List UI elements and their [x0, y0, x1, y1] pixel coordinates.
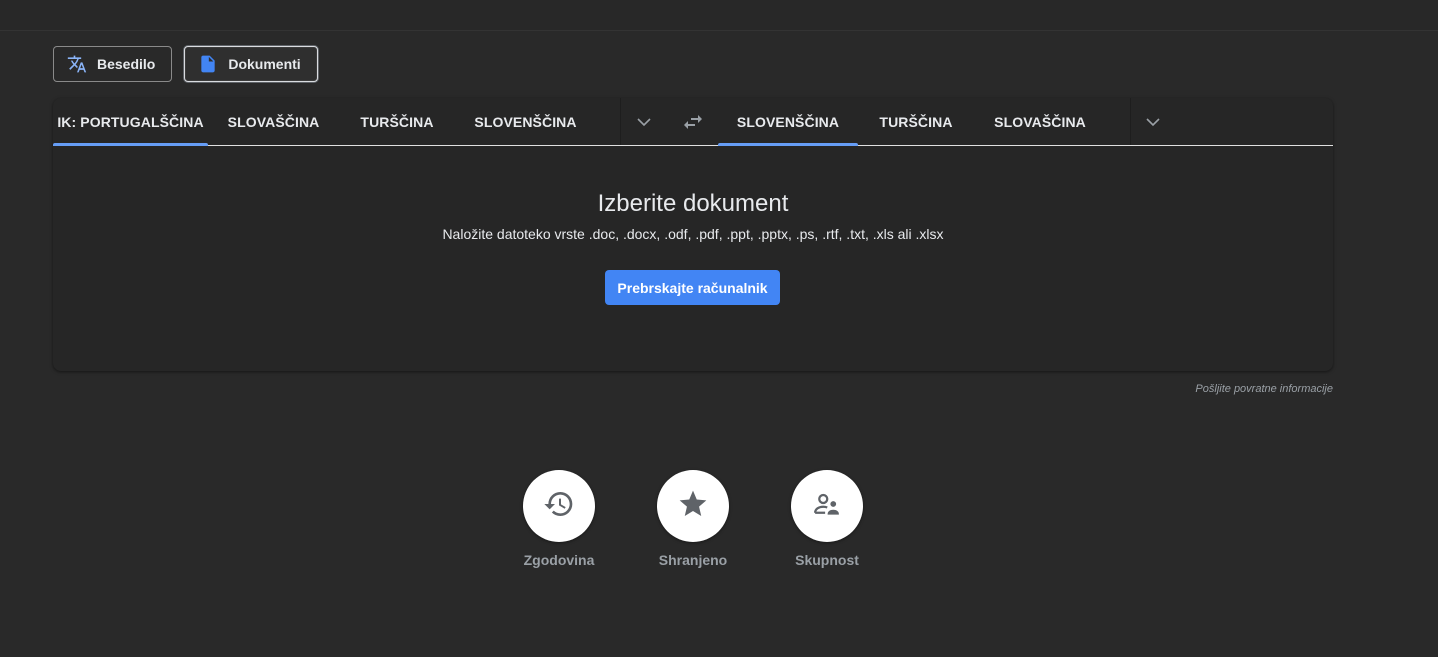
community-icon: [812, 489, 842, 524]
history-label: Zgodovina: [523, 552, 595, 568]
text-mode-button[interactable]: Besedilo: [53, 46, 173, 82]
saved-shortcut[interactable]: Shranjeno: [648, 470, 738, 568]
text-mode-label: Besedilo: [97, 56, 156, 72]
source-language-tabs: IK: PORTUGALŠČINA SLOVAŠČINA TURŠČINA SL…: [53, 98, 620, 146]
star-icon: [677, 488, 709, 525]
upload-area: Izberite dokument Naložite datoteko vrst…: [53, 146, 1333, 371]
source-more-languages-icon[interactable]: [632, 110, 656, 134]
browse-computer-button[interactable]: Prebrskajte računalnik: [605, 270, 780, 305]
target-tab-2[interactable]: SLOVAŠČINA: [974, 98, 1106, 145]
community-label: Skupnost: [795, 552, 859, 568]
language-bar: IK: PORTUGALŠČINA SLOVAŠČINA TURŠČINA SL…: [53, 98, 1333, 146]
send-feedback-link[interactable]: Pošljite povratne informacije: [1195, 383, 1333, 395]
source-tab-0[interactable]: IK: PORTUGALŠČINA: [53, 98, 208, 146]
documents-mode-button[interactable]: Dokumenti: [184, 46, 318, 82]
source-tab-1[interactable]: SLOVAŠČINA: [208, 98, 339, 145]
divider: [620, 98, 621, 145]
target-divider: [1130, 98, 1131, 145]
top-bar: [0, 0, 1438, 31]
upload-title: Izberite dokument: [597, 190, 789, 217]
documents-mode-label: Dokumenti: [228, 56, 301, 72]
history-button[interactable]: [523, 470, 595, 542]
mode-switcher: Besedilo Dokumenti: [53, 46, 318, 82]
document-icon: [198, 54, 218, 74]
saved-button[interactable]: [657, 470, 729, 542]
target-tabs-fade: [1090, 98, 1130, 145]
target-tab-1[interactable]: TURŠČINA: [858, 98, 974, 145]
translate-icon: [67, 54, 87, 74]
upload-subtitle: Naložite datoteko vrste .doc, .docx, .od…: [442, 226, 944, 242]
community-button[interactable]: [791, 470, 863, 542]
target-tab-0[interactable]: SLOVENŠČINA: [718, 98, 858, 146]
saved-label: Shranjeno: [658, 552, 728, 568]
swap-languages-icon[interactable]: [681, 110, 705, 134]
tabs-fade: [580, 98, 620, 145]
target-more-languages-icon[interactable]: [1141, 110, 1165, 134]
history-icon: [543, 488, 575, 525]
source-tab-3[interactable]: SLOVENŠČINA: [455, 98, 596, 145]
document-translate-card: IK: PORTUGALŠČINA SLOVAŠČINA TURŠČINA SL…: [53, 98, 1333, 371]
community-shortcut[interactable]: Skupnost: [782, 470, 872, 568]
source-tab-2[interactable]: TURŠČINA: [339, 98, 455, 145]
history-shortcut[interactable]: Zgodovina: [514, 470, 604, 568]
